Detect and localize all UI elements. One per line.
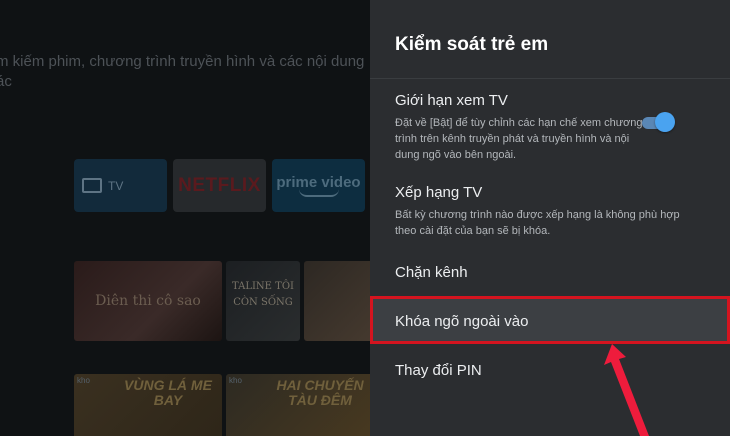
provider-badge: kho bbox=[229, 376, 242, 385]
background-text-line-2: ác bbox=[0, 73, 12, 90]
menu-item-title: Khóa ngõ ngoài vào bbox=[395, 313, 529, 330]
app-tile-tv-label: TV bbox=[108, 178, 124, 193]
provider-badge: kho bbox=[77, 376, 90, 385]
menu-item-lock-external-inputs[interactable]: Khóa ngõ ngoài vào bbox=[370, 296, 730, 344]
thumbnail-title: HAI CHUYẾN TÀU ĐÊM bbox=[276, 377, 364, 408]
tv-icon bbox=[82, 178, 102, 193]
parental-controls-panel: Kiểm soát trẻ em Giới hạn xem TV Đặt về … bbox=[370, 0, 730, 436]
netflix-logo: NETFLIX bbox=[178, 174, 261, 196]
panel-divider bbox=[370, 78, 730, 79]
thumbnail-title: Diên thi cô sao bbox=[95, 293, 201, 309]
thumbnail-title: TALINE TÔI CÒN SỐNG bbox=[232, 281, 294, 308]
content-row-2: kho VÙNG LÁ ME BAY kho HAI CHUYẾN TÀU ĐÊ… bbox=[74, 374, 370, 436]
toggle-knob bbox=[655, 112, 675, 132]
content-row-1: Diên thi cô sao TALINE TÔI CÒN SỐNG bbox=[74, 261, 370, 341]
app-tile-netflix[interactable]: NETFLIX bbox=[173, 159, 266, 212]
content-thumbnail[interactable] bbox=[304, 261, 370, 341]
menu-item-title: Thay đổi PIN bbox=[395, 362, 482, 379]
content-thumbnail[interactable]: kho HAI CHUYẾN TÀU ĐÊM bbox=[226, 374, 370, 436]
menu-item-description: Bất kỳ chương trình nào được xếp hạng là… bbox=[395, 209, 680, 237]
menu-item-block-channels[interactable]: Chặn kênh bbox=[370, 264, 730, 282]
content-thumbnail[interactable]: Diên thi cô sao bbox=[74, 261, 222, 341]
menu-item-description: Đặt về [Bật] để tùy chỉnh các hạn chế xe… bbox=[395, 117, 643, 161]
menu-item-title: Xếp hạng TV bbox=[395, 184, 483, 201]
content-thumbnail[interactable]: kho VÙNG LÁ ME BAY bbox=[74, 374, 222, 436]
thumbnail-title: VÙNG LÁ ME BAY bbox=[124, 377, 212, 408]
menu-item-title: Chặn kênh bbox=[395, 264, 468, 281]
menu-item-title: Giới hạn xem TV bbox=[395, 92, 508, 109]
menu-item-tv-rating[interactable]: Xếp hạng TV Bất kỳ chương trình nào được… bbox=[370, 184, 730, 239]
background-description: m kiếm phim, chương trình truyền hình và… bbox=[0, 52, 370, 92]
menu-item-change-pin[interactable]: Thay đổi PIN bbox=[370, 362, 730, 380]
app-tile-tv[interactable]: TV bbox=[74, 159, 167, 212]
content-thumbnail[interactable]: TALINE TÔI CÒN SỐNG bbox=[226, 261, 300, 341]
app-row: TV NETFLIX prime video bbox=[74, 159, 365, 212]
menu-item-tv-limit[interactable]: Giới hạn xem TV Đặt về [Bật] để tùy chỉn… bbox=[370, 92, 730, 163]
prime-smile-icon bbox=[298, 189, 339, 197]
background-text-line-1: m kiếm phim, chương trình truyền hình và… bbox=[0, 53, 365, 70]
panel-title: Kiểm soát trẻ em bbox=[395, 34, 549, 55]
tv-limit-toggle[interactable] bbox=[642, 112, 675, 132]
app-tile-prime-video[interactable]: prime video bbox=[272, 159, 365, 212]
home-screen-background: m kiếm phim, chương trình truyền hình và… bbox=[0, 0, 370, 436]
